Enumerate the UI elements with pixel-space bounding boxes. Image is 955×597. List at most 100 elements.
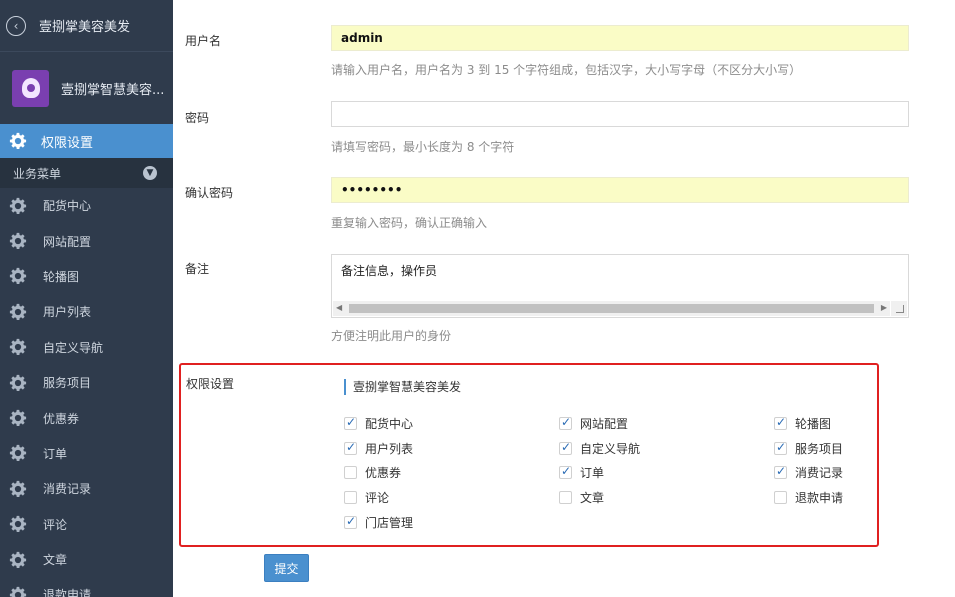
permission-option-label: 服务项目	[795, 442, 844, 456]
checkbox[interactable]	[774, 491, 787, 504]
sidebar-item-permissions[interactable]: 权限设置	[0, 124, 173, 158]
permission-option-label: 文章	[580, 491, 605, 505]
permission-option[interactable]: 文章	[559, 489, 604, 506]
permission-option[interactable]: 门店管理	[344, 514, 413, 531]
permission-option[interactable]: 订单	[559, 464, 604, 481]
gear-icon	[9, 232, 27, 250]
scroll-left-icon[interactable]: ◀	[336, 303, 342, 312]
checkbox[interactable]	[559, 464, 572, 479]
permission-option[interactable]: 用户列表	[344, 440, 413, 457]
permission-option[interactable]: 优惠券	[344, 464, 401, 481]
sidebar-item-label: 消费记录	[43, 482, 92, 497]
checkbox[interactable]	[774, 464, 787, 479]
checkbox[interactable]	[344, 440, 357, 455]
username-label: 用户名	[185, 34, 222, 48]
checkbox[interactable]	[559, 491, 572, 504]
sidebar: ‹ 壹捌掌美容美发 壹捌掌智慧美容... 权限设置 业务菜单 ▼ 配货中心网站配…	[0, 0, 173, 597]
checkbox[interactable]	[344, 415, 357, 430]
permission-option-label: 网站配置	[580, 417, 629, 431]
checkbox[interactable]	[774, 415, 787, 430]
avatar	[12, 69, 49, 107]
gear-icon	[9, 303, 27, 320]
permission-option-label: 订单	[580, 466, 605, 480]
sidebar-item[interactable]: 消费记录	[0, 471, 173, 506]
permission-option[interactable]: 配货中心	[344, 415, 413, 432]
remark-textarea[interactable]: 备注信息，操作员 ◀ ▶	[331, 254, 909, 318]
sidebar-item[interactable]: 轮播图	[0, 259, 173, 294]
checkbox[interactable]	[774, 440, 787, 455]
password-label: 密码	[185, 111, 210, 125]
submit-button[interactable]: 提交	[264, 554, 309, 582]
chevron-down-icon: ▼	[143, 166, 157, 180]
sidebar-item[interactable]: 网站配置	[0, 223, 173, 258]
checkbox[interactable]	[344, 514, 357, 529]
password-hint: 请填写密码，最小长度为 8 个字符	[331, 140, 515, 154]
permissions-section: 权限设置 壹捌掌智慧美容美发 配货中心 网站配置 轮播图用户列表 自定义导航 服务项目优…	[179, 363, 879, 547]
permission-option[interactable]: 网站配置	[559, 415, 628, 432]
sidebar-item[interactable]: 配货中心	[0, 188, 173, 223]
sidebar-item-label: 自定义导航	[43, 340, 104, 355]
sidebar-item[interactable]: 用户列表	[0, 294, 173, 329]
permission-option-label: 配货中心	[365, 417, 414, 431]
permissions-label: 权限设置	[186, 377, 235, 391]
confirm-password-label: 确认密码	[185, 186, 234, 200]
gear-icon	[9, 551, 27, 568]
sidebar-item-label: 优惠券	[43, 411, 80, 426]
user-silhouette-icon	[21, 78, 40, 98]
username-input[interactable]: admin	[331, 25, 909, 51]
checkbox[interactable]	[559, 440, 572, 455]
sidebar-item[interactable]: 退款申请	[0, 577, 173, 597]
sidebar-item[interactable]: 自定义导航	[0, 330, 173, 365]
sidebar-item[interactable]: 订单	[0, 436, 173, 471]
scroll-right-icon[interactable]: ▶	[881, 303, 887, 312]
sidebar-item[interactable]: 文章	[0, 542, 173, 577]
password-input[interactable]	[331, 101, 909, 127]
gear-icon	[9, 480, 27, 497]
checkbox[interactable]	[344, 466, 357, 479]
horizontal-scrollbar[interactable]: ◀ ▶	[333, 301, 890, 316]
sidebar-item-label: 文章	[43, 553, 68, 568]
confirm-password-input[interactable]: ••••••••	[331, 177, 909, 203]
sidebar-item-label: 权限设置	[41, 135, 94, 151]
sidebar-item[interactable]: 服务项目	[0, 365, 173, 400]
gear-icon	[9, 374, 27, 391]
gear-icon	[9, 409, 27, 427]
checkbox[interactable]	[344, 491, 357, 504]
permission-option-label: 评论	[365, 491, 390, 505]
remark-hint: 方便注明此用户的身份	[331, 329, 452, 343]
profile[interactable]: 壹捌掌智慧美容...	[0, 52, 173, 124]
permission-group-title: 壹捌掌智慧美容美发	[344, 379, 461, 395]
username-hint: 请输入用户名，用户名为 3 到 15 个字符组成，包括汉字，大小写字母（不区分大…	[331, 63, 802, 77]
scrollbar-thumb[interactable]	[349, 304, 874, 313]
sidebar-item[interactable]: 评论	[0, 507, 173, 542]
resize-handle-icon[interactable]	[891, 301, 907, 316]
permission-option[interactable]: 评论	[344, 489, 389, 506]
checkbox[interactable]	[559, 415, 572, 430]
permission-option[interactable]: 消费记录	[774, 464, 843, 481]
gear-icon	[9, 268, 27, 285]
sidebar-section-business[interactable]: 业务菜单 ▼	[0, 158, 173, 188]
permission-option-label: 退款申请	[795, 491, 844, 505]
permission-option[interactable]: 退款申请	[774, 489, 843, 506]
sidebar-item-label: 配货中心	[43, 199, 92, 214]
permission-option-label: 消费记录	[795, 466, 844, 480]
app-title: 壹捌掌美容美发	[39, 20, 131, 35]
sidebar-item[interactable]: 优惠券	[0, 400, 173, 435]
permission-option-label: 自定义导航	[580, 442, 641, 456]
sidebar-item-label: 用户列表	[43, 305, 92, 320]
gear-icon	[9, 586, 27, 597]
confirm-password-hint: 重复输入密码，确认正确输入	[331, 216, 488, 230]
section-title: 业务菜单	[13, 166, 62, 181]
permission-option[interactable]: 轮播图	[774, 415, 831, 432]
gear-icon	[9, 339, 27, 356]
sidebar-item-label: 轮播图	[43, 269, 80, 284]
permission-option-label: 门店管理	[365, 516, 414, 530]
permission-option-label: 用户列表	[365, 442, 414, 456]
permission-option[interactable]: 自定义导航	[559, 440, 640, 457]
gear-icon	[9, 197, 27, 214]
permission-option[interactable]: 服务项目	[774, 440, 843, 457]
sidebar-item-label: 网站配置	[43, 234, 92, 249]
sidebar-item-label: 评论	[43, 517, 68, 532]
back-arrow-icon[interactable]: ‹	[6, 15, 26, 36]
remark-label: 备注	[185, 262, 210, 276]
